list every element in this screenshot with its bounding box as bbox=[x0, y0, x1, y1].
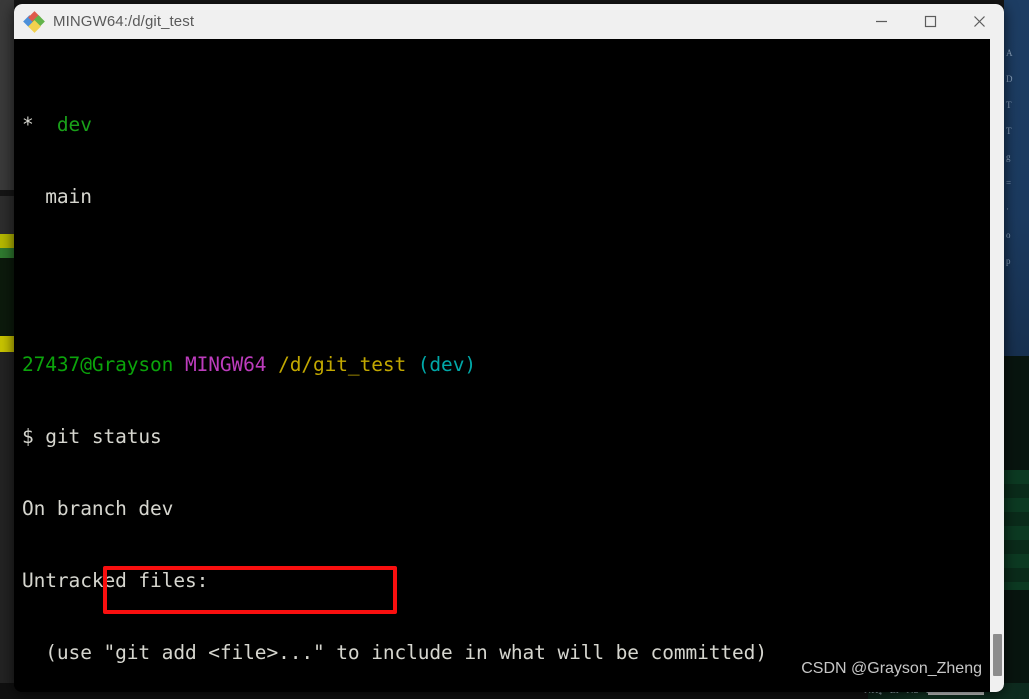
minimize-button[interactable] bbox=[857, 4, 906, 39]
prompt-branch-1: (dev) bbox=[417, 353, 476, 376]
csdn-watermark: CSDN @Grayson_Zheng bbox=[801, 660, 982, 677]
window-title: MINGW64:/d/git_test bbox=[53, 13, 195, 30]
prompt-path-1: /d/git_test bbox=[278, 353, 407, 376]
bg-left-panel-dark bbox=[0, 258, 14, 336]
window-titlebar[interactable]: MINGW64:/d/git_test bbox=[14, 4, 1004, 39]
terminal-vertical-scrollbar[interactable] bbox=[990, 39, 1004, 692]
branch-other-name: main bbox=[45, 185, 92, 208]
branch-current-name: dev bbox=[56, 113, 92, 136]
terminal-output-area[interactable]: * dev main 27437@Grayson MINGW64 /d/git_… bbox=[14, 39, 1004, 692]
output-untracked-header: Untracked files: bbox=[22, 569, 209, 592]
scrollbar-thumb[interactable] bbox=[993, 634, 1002, 676]
terminal-text: * dev main 27437@Grayson MINGW64 /d/git_… bbox=[22, 41, 1004, 692]
bg-right-table bbox=[1004, 470, 1029, 590]
bg-left-highlight-green bbox=[0, 248, 14, 258]
git-bash-diamond-icon bbox=[23, 10, 45, 33]
branch-current-marker: * bbox=[22, 113, 34, 136]
mingw64-terminal-window: MINGW64:/d/git_test * dev main 27437@Gra… bbox=[14, 4, 1004, 692]
branch-list-other: main bbox=[22, 185, 1004, 209]
maximize-button[interactable] bbox=[906, 4, 955, 39]
prompt-host-1: MINGW64 bbox=[184, 353, 267, 376]
prompt-user-1: 27437@Grayson bbox=[22, 353, 174, 376]
close-button[interactable] bbox=[955, 4, 1004, 39]
prompt-line-1: 27437@Grayson MINGW64 /d/git_test (dev) bbox=[22, 353, 1004, 377]
bg-left-panel-dark-2 bbox=[0, 352, 14, 699]
command-git-status-1: $ git status bbox=[22, 425, 162, 448]
bg-left-highlight-olive-2 bbox=[0, 336, 14, 352]
output-on-branch-1: On branch dev bbox=[22, 497, 174, 520]
bg-left-highlight-olive bbox=[0, 234, 14, 248]
branch-list-current: * dev bbox=[22, 113, 1004, 137]
window-controls bbox=[857, 4, 1004, 39]
bg-left-panel-gray-2 bbox=[0, 196, 14, 234]
bg-right-text: A D T T g = · o p bbox=[1006, 48, 1013, 266]
bg-left-panel-gray bbox=[0, 0, 14, 190]
